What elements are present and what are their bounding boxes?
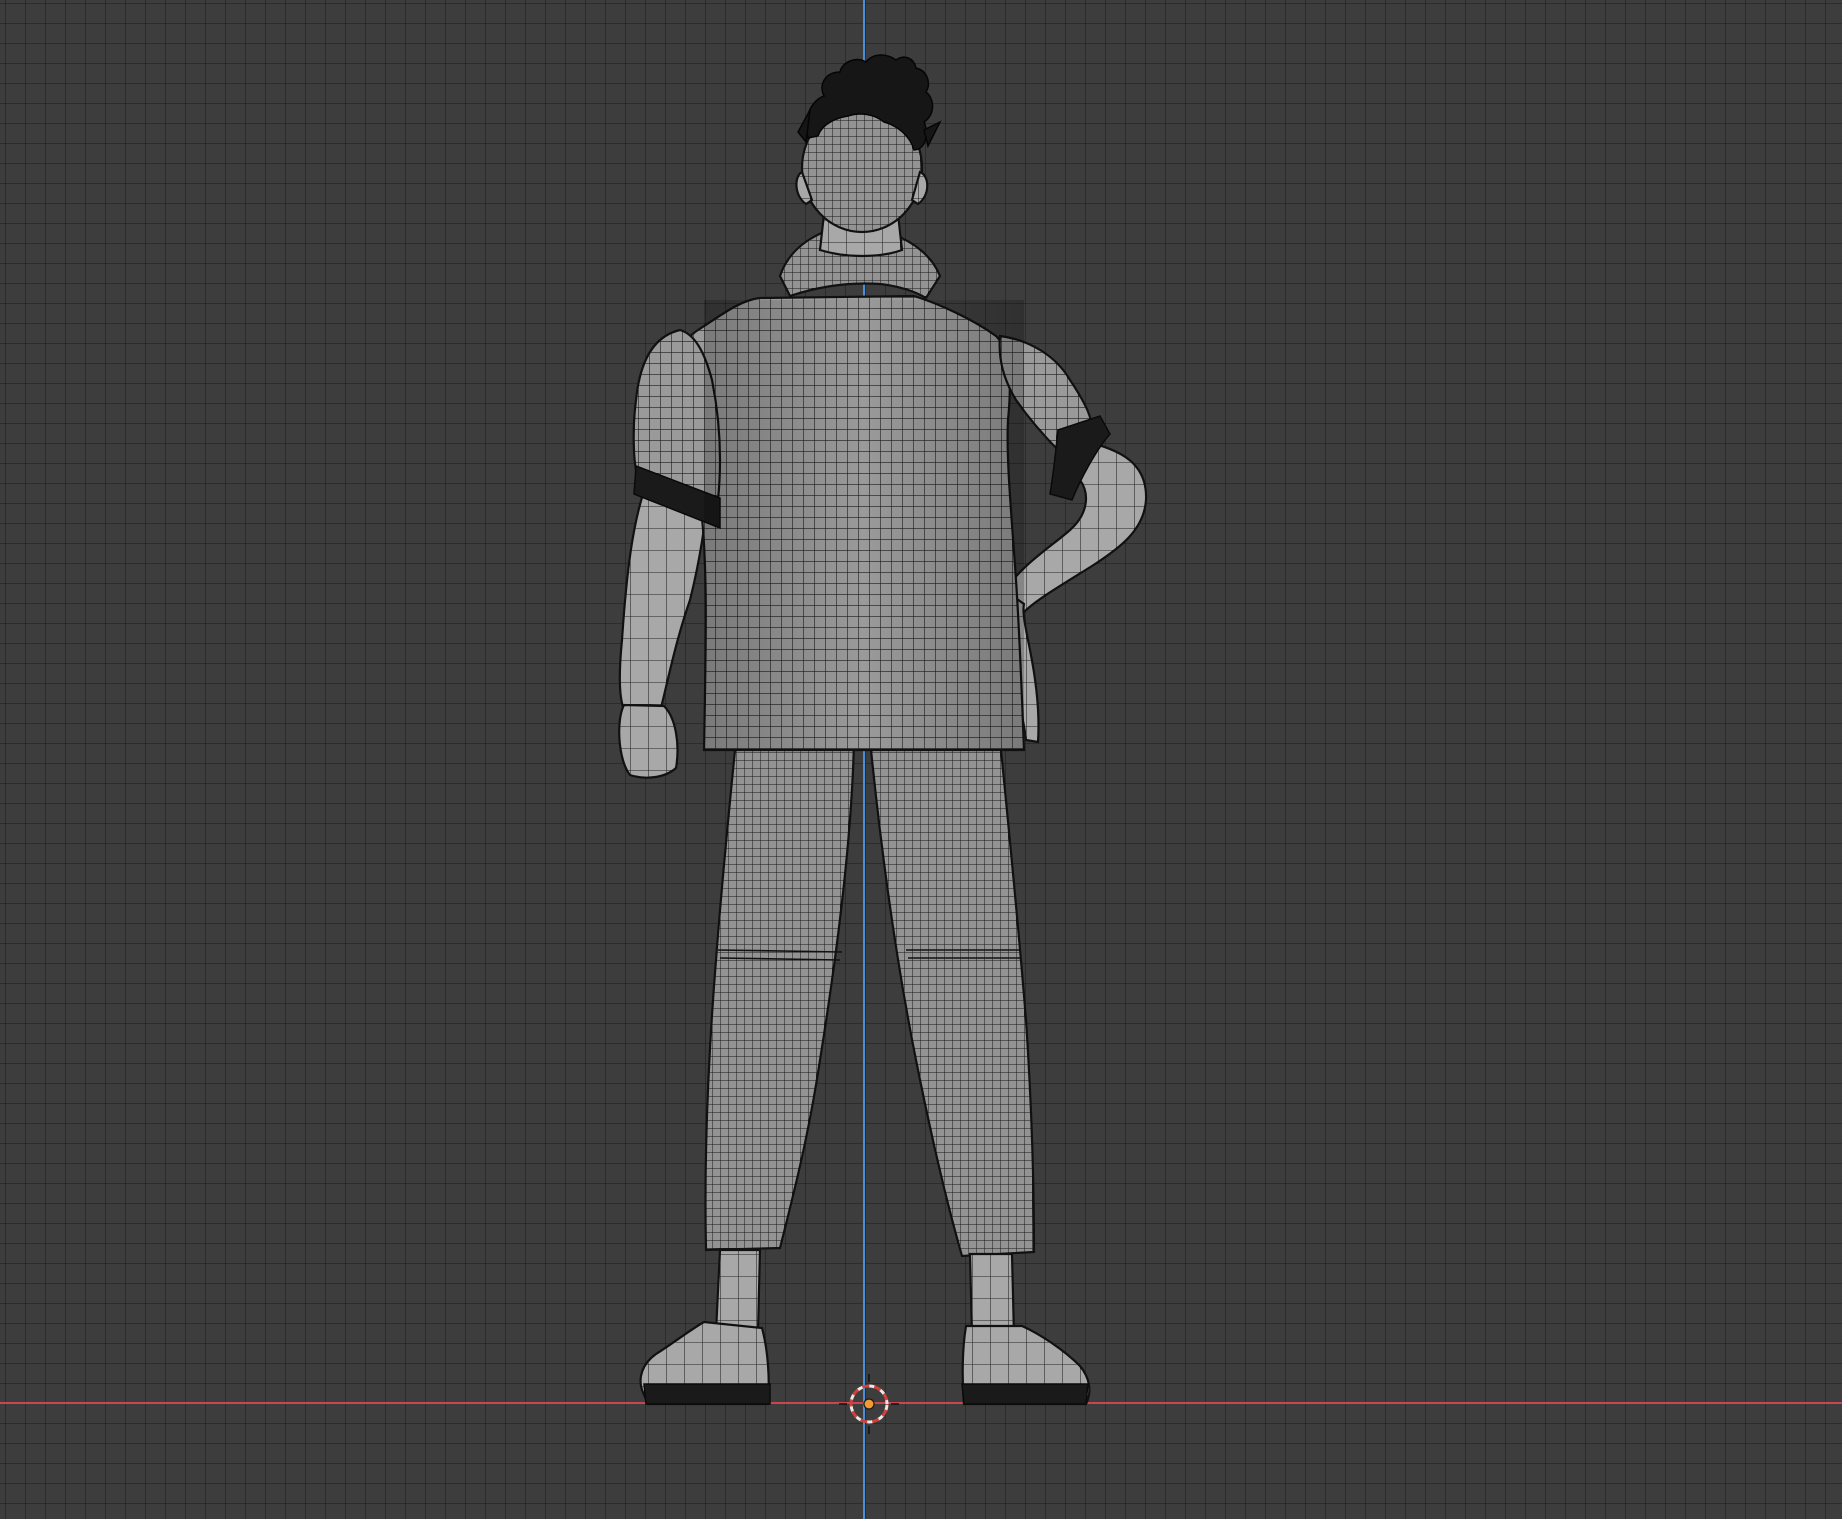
shirt-back: [672, 294, 1026, 752]
left-ankle[interactable]: [714, 1248, 762, 1334]
head[interactable]: [795, 54, 942, 234]
left-trouser-leg: [704, 738, 856, 1252]
trousers[interactable]: [704, 738, 1036, 1258]
right-ankle[interactable]: [968, 1252, 1016, 1338]
shoes[interactable]: [639, 1320, 1091, 1406]
3d-cursor-icon[interactable]: [839, 1374, 899, 1434]
character-model[interactable]: [0, 0, 1842, 1519]
shirt[interactable]: [632, 230, 1111, 752]
left-fist: [618, 703, 679, 779]
3d-viewport[interactable]: [0, 0, 1842, 1519]
object-origin-icon: [863, 1398, 875, 1410]
left-arm[interactable]: [618, 478, 710, 779]
right-trouser-leg: [868, 738, 1036, 1258]
